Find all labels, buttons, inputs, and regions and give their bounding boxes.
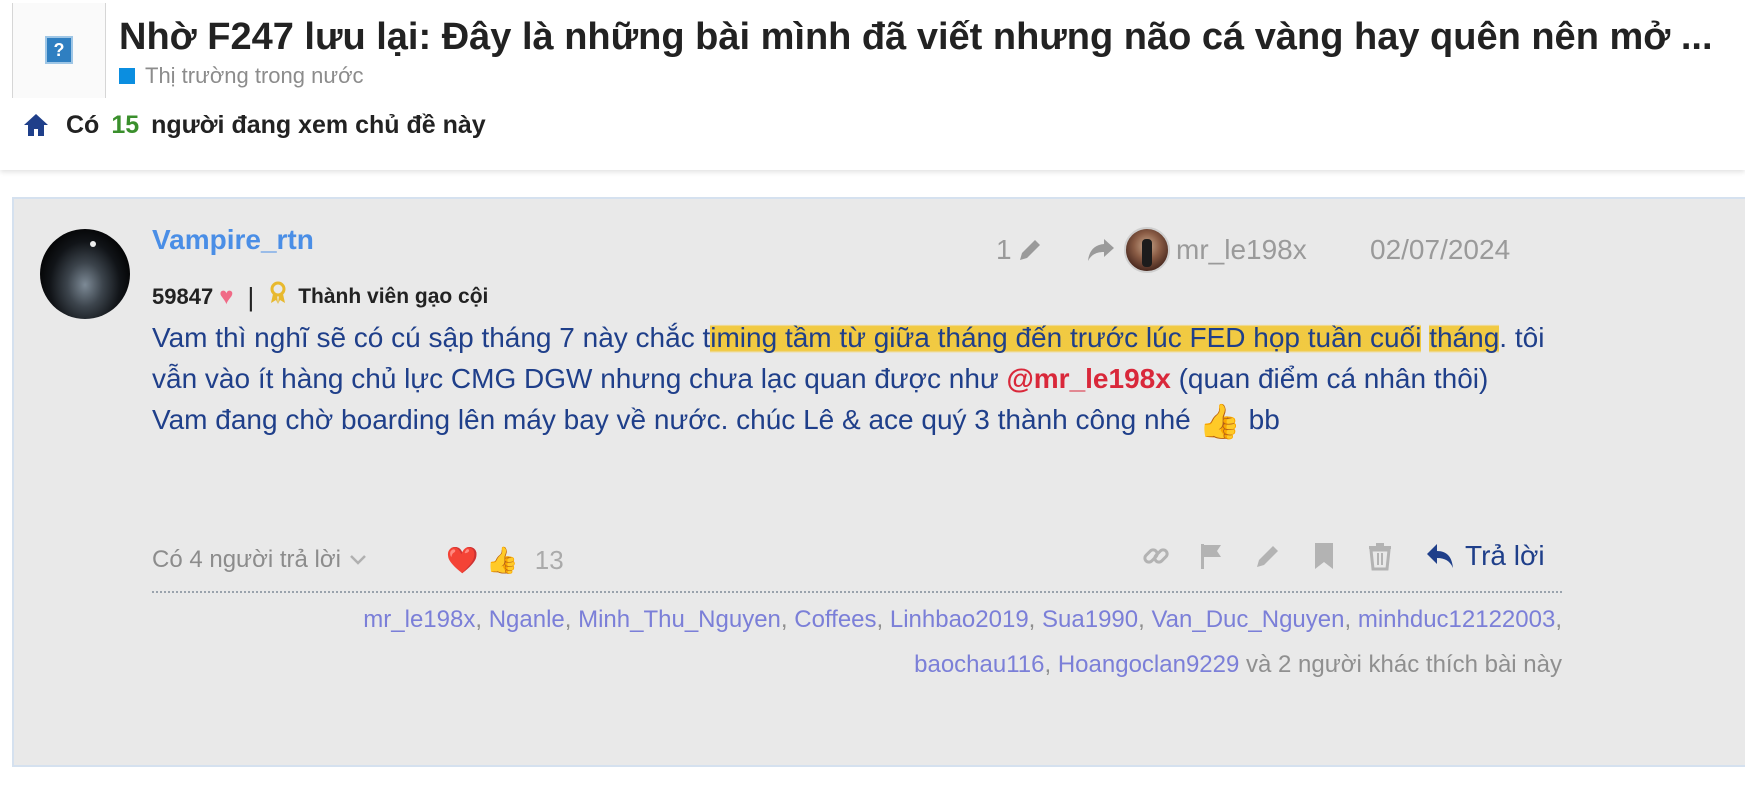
liker-link[interactable]: minhduc12122003 [1358,606,1556,633]
liker-link[interactable]: Minh_Thu_Nguyen [578,606,781,633]
user-stats: 59847 ♥ | Thành viên gạo cội [152,281,488,312]
replies-label: Có 4 người trả lời [152,546,341,573]
post-paragraph: Vam thì nghĩ sẽ có cú sập tháng 7 này ch… [152,322,1545,394]
viewers-prefix: Có [66,111,100,139]
category-logo[interactable]: ? [12,3,106,98]
heart-reaction-icon[interactable]: ❤️ [446,543,478,577]
likes-received: 59847 [152,283,214,309]
liker-link[interactable]: mr_le198x [363,606,475,633]
reply-to-username: mr_le198x [1176,234,1307,265]
highlight: tháng [1429,322,1500,353]
post-actions: Trả lời [1139,539,1545,573]
liker-link[interactable]: baochau116 [914,651,1044,678]
reply-to-link[interactable]: mr_le198x [1086,225,1307,275]
bookmark-icon[interactable] [1307,539,1341,573]
replies-toggle[interactable]: Có 4 người trả lời [152,543,367,577]
reactions-bar[interactable]: ❤️ 👍 13 [446,543,564,577]
highlight: iming tầm từ giữa tháng đến trước lúc FE… [710,322,1422,353]
avatar[interactable] [40,229,130,319]
reply-button[interactable]: Trả lời [1425,540,1545,572]
liked-by-list: mr_le198x, Nganle, Minh_Thu_Nguyen, Coff… [363,606,1562,678]
award-icon [268,281,288,312]
post-username[interactable]: Vampire_rtn [152,223,314,257]
pencil-icon[interactable] [1251,539,1285,573]
topic-title[interactable]: Nhờ F247 lưu lại: Đây là những bài mình … [119,12,1745,62]
user-mention[interactable]: @mr_le198x [1006,363,1170,394]
liker-link[interactable]: Van_Duc_Nguyen [1151,606,1344,633]
viewers-banner: Có 15 người đang xem chủ đề này [22,108,486,142]
heart-icon: ♥ [219,282,234,310]
liker-link[interactable]: Nganle [489,606,565,633]
category-badge[interactable]: Thị trường trong nước [119,62,364,90]
stats-separator: | [247,281,255,312]
viewers-count: 15 [111,111,140,139]
liker-link[interactable]: Hoangoclan9229 [1058,651,1240,678]
category-name: Thị trường trong nước [145,63,364,88]
likes-divider [152,591,1562,593]
home-icon[interactable] [22,112,50,138]
share-arrow-icon [1086,237,1116,263]
post-paragraph: Vam đang chờ boarding lên máy bay về nướ… [152,403,1280,441]
post-body: Vam thì nghĩ sẽ có cú sập tháng 7 này ch… [152,317,1562,443]
edit-history[interactable]: 1 [996,225,1044,275]
reply-label: Trả lời [1465,540,1545,571]
flag-icon[interactable] [1195,539,1229,573]
reply-icon [1425,542,1455,570]
pencil-icon [1016,236,1044,264]
thumbs-up-reaction-icon[interactable]: 👍 [486,543,518,577]
liker-link[interactable]: Coffees [794,606,876,633]
reply-to-avatar [1124,227,1170,273]
post-date[interactable]: 02/07/2024 [1370,225,1510,275]
user-rank: Thành viên gạo cội [298,284,489,308]
thumbs-up-emoji: 👍 [1198,403,1241,441]
liker-link[interactable]: Sua1990 [1042,606,1138,633]
chevron-down-icon [349,543,367,577]
post-card: Vampire_rtn 59847 ♥ | Thành viên gạo cội… [12,197,1745,767]
edit-count: 1 [996,234,1012,265]
link-icon[interactable] [1139,539,1173,573]
reaction-count: 13 [534,545,564,575]
trash-icon[interactable] [1363,539,1397,573]
topic-header: ? Nhờ F247 lưu lại: Đây là những bài mìn… [0,0,1745,170]
viewers-suffix: người đang xem chủ đề này [151,111,486,139]
liker-link[interactable]: Linhbao2019 [890,606,1029,633]
question-icon: ? [45,36,73,64]
likes-suffix: và 2 người khác thích bài này [1246,651,1562,678]
category-color-square [119,68,135,84]
